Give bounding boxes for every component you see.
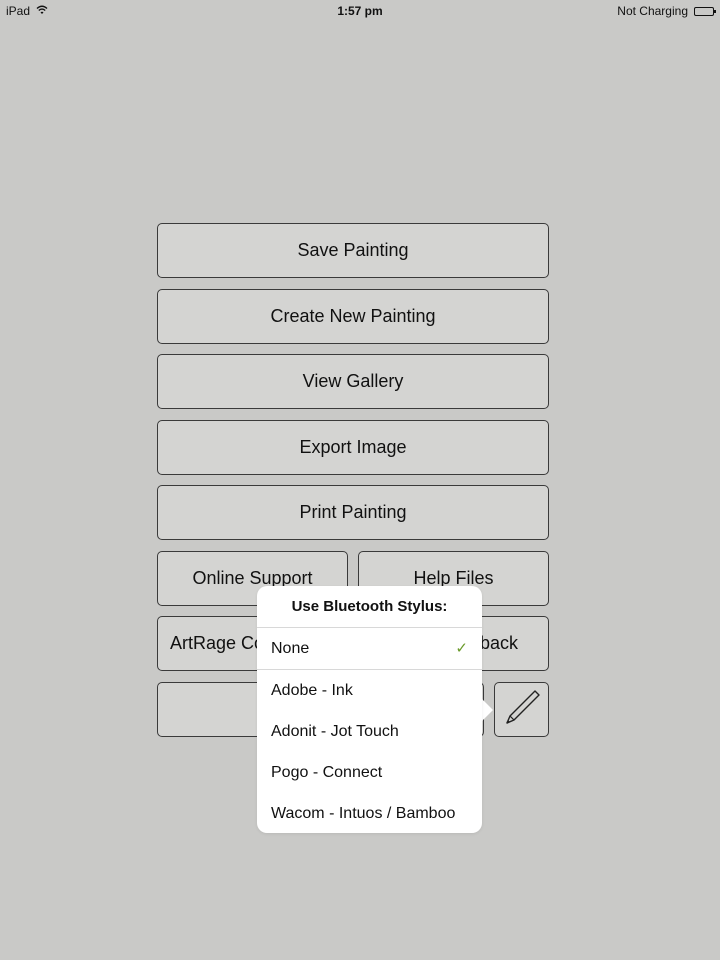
stylus-option-adonit-jot-touch[interactable]: Adonit - Jot Touch bbox=[257, 711, 482, 752]
export-image-button[interactable]: Export Image bbox=[157, 420, 549, 475]
battery-status: Not Charging bbox=[617, 4, 688, 18]
clock: 1:57 pm bbox=[337, 4, 383, 18]
stylus-option-pogo-connect[interactable]: Pogo - Connect bbox=[257, 752, 482, 793]
pen-icon bbox=[502, 687, 542, 732]
option-label: None bbox=[271, 640, 310, 657]
checkmark-icon: ✓ bbox=[455, 640, 468, 657]
print-painting-label: Print Painting bbox=[299, 502, 407, 522]
create-new-painting-button[interactable]: Create New Painting bbox=[157, 289, 549, 344]
save-painting-label: Save Painting bbox=[297, 240, 409, 260]
feedback-label: back bbox=[479, 633, 518, 653]
popover-arrow bbox=[481, 698, 493, 722]
view-gallery-button[interactable]: View Gallery bbox=[157, 354, 549, 409]
stylus-option-wacom[interactable]: Wacom - Intuos / Bamboo bbox=[257, 793, 482, 834]
option-label: Adobe - Ink bbox=[271, 682, 353, 699]
create-new-painting-label: Create New Painting bbox=[270, 306, 436, 326]
view-gallery-label: View Gallery bbox=[302, 371, 404, 391]
option-label: Pogo - Connect bbox=[271, 764, 383, 781]
artrage-community-label: ArtRage Co bbox=[170, 633, 265, 653]
print-painting-button[interactable]: Print Painting bbox=[157, 485, 549, 540]
battery-icon bbox=[694, 6, 716, 16]
stylus-option-none[interactable]: None ✓ bbox=[257, 628, 482, 670]
stylus-button[interactable] bbox=[494, 682, 549, 737]
option-label: Wacom - Intuos / Bamboo bbox=[271, 805, 456, 822]
option-label: Adonit - Jot Touch bbox=[271, 723, 399, 740]
bluetooth-stylus-popover: Use Bluetooth Stylus: None ✓ Adobe - Ink… bbox=[257, 586, 482, 833]
export-image-label: Export Image bbox=[299, 437, 407, 457]
stylus-option-adobe-ink[interactable]: Adobe - Ink bbox=[257, 670, 482, 711]
popover-title: Use Bluetooth Stylus: bbox=[257, 586, 482, 628]
save-painting-button[interactable]: Save Painting bbox=[157, 223, 549, 278]
status-bar: iPad 1:57 pm Not Charging bbox=[0, 0, 720, 22]
